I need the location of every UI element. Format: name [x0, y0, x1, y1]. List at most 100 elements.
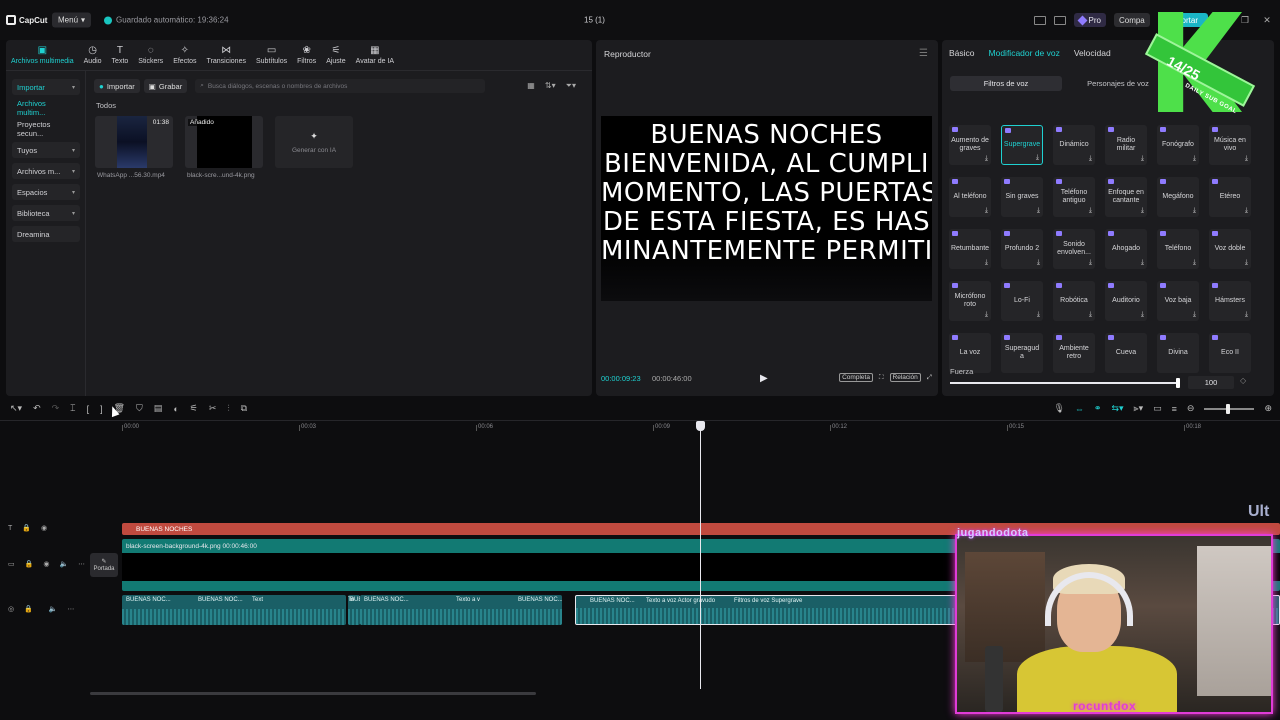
preview-screen[interactable]: BUENAS NOCHES BIENVENIDA, AL CUMPLI MOMENT… — [601, 116, 932, 301]
project-title[interactable]: 15 (1) — [584, 16, 605, 25]
download-icon[interactable]: ⤓ — [1245, 259, 1248, 267]
marker-icon[interactable]: ⛉ — [136, 403, 143, 414]
voice-effect-card[interactable]: Ahogado ⤓ — [1105, 229, 1147, 269]
sidebar-item[interactable]: Espacios ▾ — [12, 184, 80, 200]
hamburger-icon[interactable]: ☰ — [919, 48, 928, 59]
tab-stickers[interactable]: ◌ Stickers — [133, 40, 168, 70]
menu-button[interactable]: Menú ▾ — [52, 12, 92, 28]
download-icon[interactable]: ⤓ — [1193, 155, 1196, 163]
playhead[interactable] — [700, 421, 701, 689]
voice-effect-card[interactable]: Sin graves ⤓ — [1001, 177, 1043, 217]
more-icon[interactable]: ⋯ — [68, 605, 75, 613]
voice-effect-card[interactable]: Ambiente retro — [1053, 333, 1095, 373]
download-icon[interactable]: ⤓ — [1089, 311, 1092, 319]
import-button[interactable]: ● Importar — [94, 79, 140, 93]
volume-icon[interactable]: 🔈 — [49, 605, 58, 613]
microphone-icon[interactable]: 🎙 — [1053, 403, 1064, 414]
timeline-ruler[interactable]: 00:00 00:03 00:06 00:09 00:12 00:15 00:18 — [88, 421, 1280, 433]
tab-velocidad[interactable]: Velocidad — [1074, 48, 1111, 58]
download-icon[interactable]: ⤓ — [1037, 259, 1040, 267]
sidebar-item[interactable]: Biblioteca ▾ — [12, 205, 80, 221]
voice-effect-card[interactable]: Lo-Fi ⤓ — [1001, 281, 1043, 321]
redo-icon[interactable]: ↷ — [52, 403, 60, 414]
voice-effect-card[interactable]: Megáfono ⤓ — [1157, 177, 1199, 217]
play-icon[interactable]: ▶ — [760, 373, 768, 384]
voice-effect-card[interactable]: Supergrave ⤓ — [1001, 125, 1043, 165]
voice-effect-card[interactable]: Cueva — [1105, 333, 1147, 373]
download-icon[interactable]: ⤓ — [1141, 155, 1144, 163]
download-icon[interactable]: ⤓ — [1089, 155, 1092, 163]
download-icon[interactable]: ⤓ — [1141, 311, 1144, 319]
snap-icon[interactable]: ⇆▾ — [1111, 403, 1123, 414]
audio-split-icon[interactable]: ⫶ — [227, 403, 229, 414]
adjust-icon[interactable]: ⚟ — [190, 403, 198, 414]
voice-effect-card[interactable]: Eco II — [1209, 333, 1251, 373]
download-icon[interactable]: ⤓ — [1193, 259, 1196, 267]
voice-effect-card[interactable]: Robótica ⤓ — [1053, 281, 1095, 321]
download-icon[interactable]: ⤓ — [1245, 155, 1248, 163]
media-thumb-video[interactable]: 01:38 — [95, 116, 173, 168]
sidebar-item[interactable]: Archivos m... ▾ — [12, 163, 80, 179]
zoom-in-icon[interactable]: ⊕ — [1264, 403, 1272, 414]
eye-icon[interactable]: ◉ — [43, 560, 49, 568]
keyframe-icon[interactable]: ◇ — [1240, 376, 1246, 385]
sort-icon[interactable]: ⇅▾ — [545, 81, 556, 91]
sidebar-item[interactable]: Proyectos secun... — [12, 120, 80, 138]
voice-effect-card[interactable]: Voz doble ⤓ — [1209, 229, 1251, 269]
audio-clip[interactable]: BUENAS NOC...Te — [348, 595, 360, 625]
download-icon[interactable]: ⤓ — [985, 207, 988, 215]
lock-icon[interactable]: 🔒 — [22, 524, 31, 532]
tab-subtítulos[interactable]: ▭ Subtítulos — [251, 40, 292, 70]
strength-slider-handle[interactable] — [1176, 378, 1180, 388]
freeze-icon[interactable]: ▤ — [154, 403, 163, 414]
split-left-icon[interactable]: [ — [87, 404, 90, 414]
voice-effect-card[interactable]: Hámsters ⤓ — [1209, 281, 1251, 321]
download-icon[interactable]: ⤓ — [1245, 207, 1248, 215]
settings-icon[interactable]: ≡ — [1172, 404, 1177, 414]
voice-effect-card[interactable]: Fonógrafo ⤓ — [1157, 125, 1199, 165]
eye-icon[interactable]: ◉ — [41, 524, 47, 532]
zoom-slider[interactable] — [1204, 403, 1255, 414]
lock-icon[interactable]: 🔒 — [25, 560, 34, 568]
volume-icon[interactable]: 🔈 — [59, 560, 68, 568]
filter-icon[interactable]: ⏷▾ — [566, 81, 576, 91]
download-icon[interactable]: ⤓ — [1037, 207, 1040, 215]
auto-reframe-icon[interactable]: ✂ — [209, 403, 217, 414]
voice-effect-card[interactable]: Superagud a — [1001, 333, 1043, 373]
download-icon[interactable]: ⤓ — [1089, 259, 1092, 267]
voice-effect-card[interactable]: Música en vivo ⤓ — [1209, 125, 1251, 165]
tab-audio[interactable]: ◷ Audio — [79, 40, 107, 70]
voice-effect-card[interactable]: Voz baja ⤓ — [1157, 281, 1199, 321]
search-input[interactable]: ⌕ Busca diálogos, escenas o nombres de a… — [195, 79, 486, 93]
download-icon[interactable]: ⤓ — [1141, 259, 1144, 267]
download-icon[interactable]: ⤓ — [1036, 154, 1039, 162]
download-icon[interactable]: ⤓ — [1089, 207, 1092, 215]
voice-effect-card[interactable]: Aumento de graves ⤓ — [949, 125, 991, 165]
tab-texto[interactable]: T Texto — [107, 40, 134, 70]
download-icon[interactable]: ⤓ — [985, 259, 988, 267]
voice-effect-card[interactable]: Auditorio ⤓ — [1105, 281, 1147, 321]
tab-transiciones[interactable]: ⋈ Transiciones — [202, 40, 251, 70]
download-icon[interactable]: ⤓ — [985, 311, 988, 319]
media-thumb-image[interactable]: Añadido — [185, 116, 263, 168]
tab-avatar-de-ia[interactable]: ▦ Avatar de IA — [351, 40, 399, 70]
voice-effect-card[interactable]: Micrófono roto ⤓ — [949, 281, 991, 321]
voice-effect-card[interactable]: Dinámico ⤓ — [1053, 125, 1095, 165]
sidebar-item[interactable]: Archivos multim... — [12, 99, 80, 117]
playhead-handle[interactable] — [696, 421, 705, 431]
ratio-button[interactable]: Relación — [889, 373, 921, 382]
fit-icon[interactable]: ⛶ — [879, 374, 884, 382]
grid-view-icon[interactable]: ▦ — [527, 81, 535, 91]
generate-ai-button[interactable]: ✦ Generar con IA — [275, 116, 353, 168]
zoom-slider-handle[interactable] — [1226, 403, 1231, 414]
split-icon[interactable]: ⌶ — [70, 403, 75, 414]
download-icon[interactable]: ⤓ — [985, 155, 988, 163]
strength-slider[interactable] — [950, 382, 1180, 384]
voice-effect-card[interactable]: Teléfono antiguo ⤓ — [1053, 177, 1095, 217]
pro-button[interactable]: Pro — [1073, 13, 1106, 27]
voice-effect-card[interactable]: Radio militar ⤓ — [1105, 125, 1147, 165]
voice-effect-card[interactable]: Teléfono ⤓ — [1157, 229, 1199, 269]
audio-clip[interactable]: BUENAS NOC... BUENAS NOC... Text — [122, 595, 346, 625]
download-icon[interactable]: ⤓ — [1245, 311, 1248, 319]
select-pointer-icon[interactable]: ↖▾ — [10, 403, 22, 414]
